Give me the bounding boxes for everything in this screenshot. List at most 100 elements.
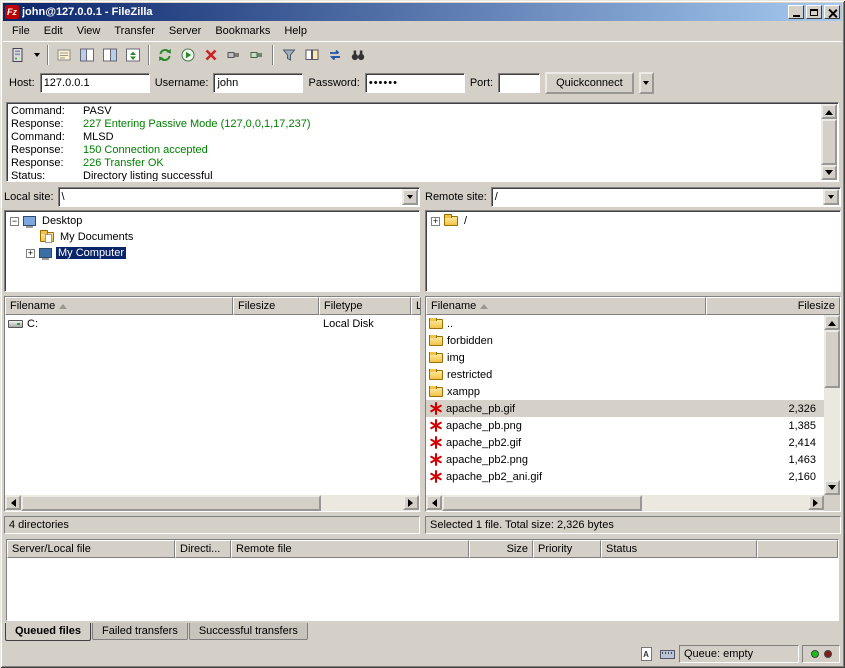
quickconnect-dropdown-button[interactable] — [639, 72, 654, 94]
username-input[interactable] — [213, 73, 303, 93]
file-row[interactable]: .. — [426, 315, 824, 332]
column-header-remote-file[interactable]: Remote file — [231, 540, 469, 558]
local-site-dropdown-button[interactable] — [402, 189, 418, 205]
queue-header: Server/Local file Directi... Remote file… — [7, 540, 838, 558]
remote-horizontal-scrollbar[interactable] — [426, 495, 824, 511]
reconnect-button[interactable] — [246, 44, 268, 66]
directory-comparison-button[interactable] — [301, 44, 323, 66]
remote-vertical-scrollbar[interactable] — [824, 315, 840, 495]
queue-tabs: Queued files Failed transfers Successful… — [3, 623, 842, 642]
refresh-button[interactable] — [154, 44, 176, 66]
column-header-filename[interactable]: Filename — [426, 297, 706, 315]
minimize-button[interactable] — [788, 5, 804, 19]
tab-successful-transfers[interactable]: Successful transfers — [189, 623, 308, 640]
toggle-message-log-button[interactable] — [53, 44, 75, 66]
menu-bookmarks[interactable]: Bookmarks — [208, 23, 277, 39]
file-row[interactable]: apache_pb2_ani.gif 2,160 — [426, 468, 824, 485]
log-line: Response:227 Entering Passive Mode (127,… — [11, 118, 818, 131]
scroll-down-button[interactable] — [821, 165, 837, 180]
scrollbar-thumb[interactable] — [821, 119, 837, 165]
maximize-button[interactable] — [806, 5, 822, 19]
column-header-filetype[interactable]: Filetype — [319, 297, 411, 315]
queue-body[interactable] — [7, 558, 838, 620]
tab-queued-files[interactable]: Queued files — [5, 623, 91, 641]
file-row[interactable]: xampp — [426, 383, 824, 400]
column-header-filesize[interactable]: Filesize — [706, 297, 840, 315]
synchronized-browsing-button[interactable] — [324, 44, 346, 66]
remote-site-combobox[interactable]: / — [491, 187, 841, 207]
close-button[interactable] — [824, 5, 840, 19]
log-vertical-scrollbar[interactable] — [821, 104, 837, 180]
column-header-filename[interactable]: Filename — [5, 297, 233, 315]
port-input[interactable] — [498, 73, 540, 93]
tree-item-root[interactable]: + / — [426, 213, 840, 229]
menu-view[interactable]: View — [70, 23, 108, 39]
quickconnect-button[interactable]: Quickconnect — [545, 72, 634, 94]
tab-failed-transfers[interactable]: Failed transfers — [92, 623, 188, 640]
column-header-size[interactable]: Size — [469, 540, 533, 558]
column-header-server-local-file[interactable]: Server/Local file — [7, 540, 175, 558]
toggle-local-tree-button[interactable] — [76, 44, 98, 66]
scroll-up-button[interactable] — [821, 104, 837, 119]
column-header-status[interactable]: Status — [601, 540, 757, 558]
local-site-row: Local site: \ — [4, 186, 420, 208]
folder-icon — [429, 387, 443, 397]
scroll-left-button[interactable] — [5, 495, 21, 510]
red-led-icon — [824, 650, 832, 658]
file-row[interactable]: forbidden — [426, 332, 824, 349]
toolbar-separator — [148, 45, 150, 65]
menu-transfer[interactable]: Transfer — [107, 23, 162, 39]
local-horizontal-scrollbar[interactable] — [5, 495, 419, 511]
expand-icon[interactable]: + — [431, 217, 440, 226]
password-input[interactable] — [365, 73, 465, 93]
port-label: Port: — [470, 77, 493, 89]
collapse-icon[interactable]: − — [10, 217, 19, 226]
tree-item-my-documents[interactable]: My Documents — [5, 229, 419, 245]
cancel-button[interactable] — [200, 44, 222, 66]
remote-site-dropdown-button[interactable] — [823, 189, 839, 205]
host-input[interactable] — [40, 73, 150, 93]
menu-help[interactable]: Help — [277, 23, 314, 39]
file-row[interactable]: img — [426, 349, 824, 366]
menu-server[interactable]: Server — [162, 23, 208, 39]
tree-item-desktop[interactable]: − Desktop — [5, 213, 419, 229]
column-header-direction[interactable]: Directi... — [175, 540, 231, 558]
scroll-left-button[interactable] — [426, 495, 442, 510]
scroll-right-button[interactable] — [808, 495, 824, 510]
scrollbar-thumb[interactable] — [21, 495, 321, 511]
column-header-lastmodified[interactable]: L — [411, 297, 421, 315]
expand-icon[interactable]: + — [26, 249, 35, 258]
keyboard-indicator-button[interactable] — [658, 646, 676, 662]
sort-ascending-icon — [59, 300, 67, 309]
site-manager-dropdown-button[interactable] — [30, 44, 43, 66]
transfer-type-button[interactable]: A — [637, 646, 655, 662]
file-row[interactable]: C: Local Disk — [5, 315, 419, 332]
scroll-right-button[interactable] — [403, 495, 419, 510]
toggle-queue-button[interactable] — [122, 44, 144, 66]
menu-edit[interactable]: Edit — [37, 23, 70, 39]
file-row[interactable]: apache_pb2.png 1,463 — [426, 451, 824, 468]
find-files-button[interactable] — [347, 44, 369, 66]
scroll-down-button[interactable] — [824, 480, 840, 495]
column-header-priority[interactable]: Priority — [533, 540, 601, 558]
scrollbar-thumb[interactable] — [442, 495, 642, 511]
process-queue-button[interactable] — [177, 44, 199, 66]
local-site-combobox[interactable]: \ — [58, 187, 420, 207]
file-row-selected[interactable]: apache_pb.gif 2,326 — [426, 400, 824, 417]
column-header-filesize[interactable]: Filesize — [233, 297, 319, 315]
broken-image-icon — [429, 436, 442, 449]
local-pane: Local site: \ − Desktop My Documents + — [4, 186, 420, 534]
chevron-down-icon — [34, 53, 40, 60]
scroll-up-button[interactable] — [824, 315, 840, 330]
file-row[interactable]: restricted — [426, 366, 824, 383]
file-row[interactable]: apache_pb.png 1,385 — [426, 417, 824, 434]
file-row[interactable]: apache_pb2.gif 2,414 — [426, 434, 824, 451]
tree-item-my-computer[interactable]: + My Computer — [5, 245, 419, 261]
filter-button[interactable] — [278, 44, 300, 66]
scrollbar-thumb[interactable] — [824, 330, 840, 388]
site-manager-button[interactable] — [7, 44, 29, 66]
disconnect-button[interactable] — [223, 44, 245, 66]
ascii-transfer-icon: A — [641, 647, 652, 661]
toggle-remote-tree-button[interactable] — [99, 44, 121, 66]
menu-file[interactable]: File — [5, 23, 37, 39]
